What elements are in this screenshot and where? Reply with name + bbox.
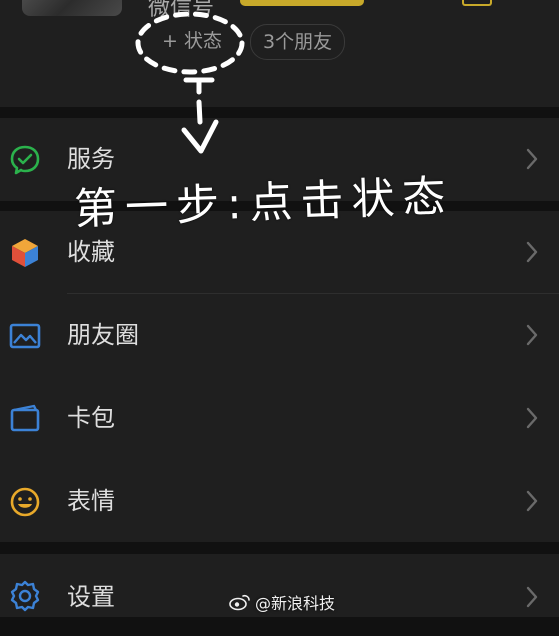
watermark-text: @新浪科技 — [255, 594, 336, 613]
status-badge[interactable] — [240, 0, 364, 6]
chevron-right-icon — [525, 239, 539, 265]
menu-item-label: 表情 — [67, 487, 115, 515]
tutorial-annotation: 第一步:点击状态 — [73, 171, 455, 235]
wechat-id-label: 微信号 — [148, 0, 215, 21]
qr-code-icon[interactable] — [462, 0, 492, 6]
settings-icon — [8, 579, 42, 613]
chevron-right-icon — [525, 488, 539, 514]
chevron-right-icon — [525, 322, 539, 348]
avatar[interactable] — [22, 0, 122, 16]
card-wallet-icon — [8, 402, 42, 436]
menu-item-label: 卡包 — [67, 404, 115, 432]
menu-item-label: 朋友圈 — [67, 321, 139, 349]
friends-status-pill[interactable]: 3个朋友 — [250, 24, 346, 60]
menu-item-label: 服务 — [67, 145, 115, 173]
profile-header: 微信号 + 状态 3个朋友 — [0, 0, 559, 107]
menu-item-stickers[interactable]: 表情 — [0, 460, 559, 542]
features-card: 收藏 朋友圈 卡包 表情 — [0, 211, 559, 542]
add-status-button[interactable]: + 状态 — [150, 24, 234, 58]
menu-item-moments[interactable]: 朋友圈 — [0, 294, 559, 376]
sticker-icon — [8, 485, 42, 519]
chevron-right-icon — [525, 584, 539, 610]
menu-item-label: 收藏 — [67, 238, 115, 266]
menu-item-card-wallet[interactable]: 卡包 — [0, 377, 559, 459]
chevron-right-icon — [525, 146, 539, 172]
menu-item-label: 设置 — [67, 583, 115, 611]
weibo-logo-icon — [229, 594, 250, 611]
moments-icon — [8, 319, 42, 353]
chevron-right-icon — [525, 405, 539, 431]
services-icon — [8, 143, 42, 177]
favorites-icon — [8, 236, 42, 270]
watermark: @新浪科技 — [229, 592, 336, 613]
